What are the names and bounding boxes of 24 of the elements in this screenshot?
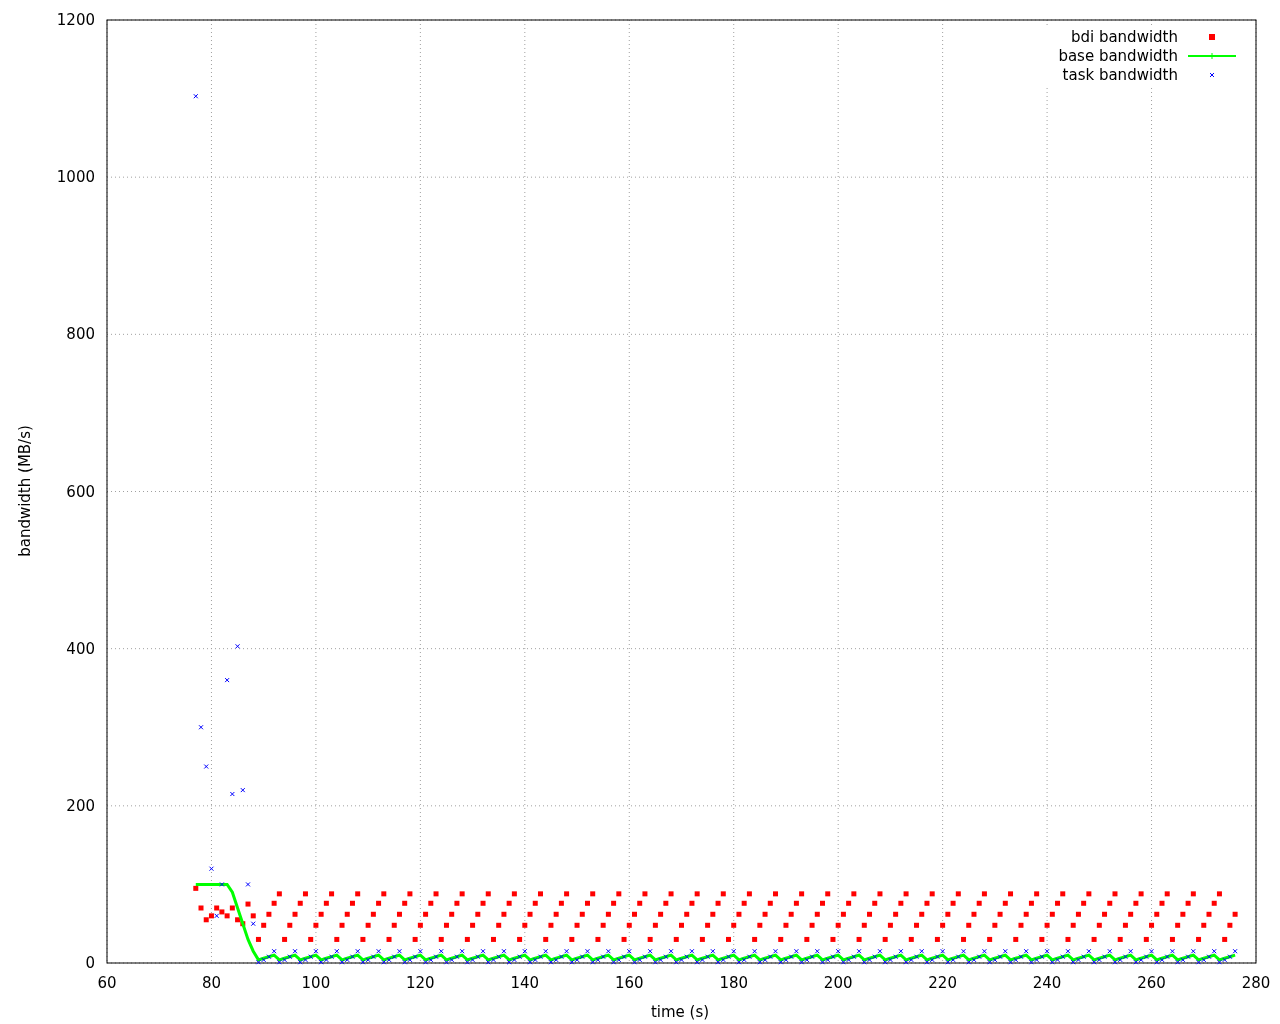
legend-label: base bandwidth bbox=[1058, 47, 1178, 65]
axis-tick-label: 220 bbox=[928, 974, 957, 992]
axis-tick-label: 120 bbox=[406, 974, 435, 992]
axis-tick-label: 400 bbox=[66, 639, 95, 658]
axis-tick-label: 1000 bbox=[56, 168, 95, 187]
x-axis-title: time (s) bbox=[650, 1003, 710, 1021]
axis-tick-label: 100 bbox=[301, 974, 331, 992]
axis-tick-label: 260 bbox=[1137, 974, 1166, 992]
axis-tick-label: 140 bbox=[510, 974, 540, 992]
axis-tick-label: 280 bbox=[1241, 974, 1271, 992]
axis-tick-label: 1200 bbox=[56, 11, 95, 29]
axis-tick-label: 600 bbox=[66, 482, 95, 501]
axis-tick-label: 60 bbox=[97, 974, 117, 992]
legend-label: bdi bandwidth bbox=[1070, 28, 1178, 46]
axis-tick-label: 80 bbox=[201, 974, 221, 992]
y-axis-title: bandwidth (MB/s) bbox=[16, 425, 34, 557]
axis-tick-label: 800 bbox=[66, 325, 95, 344]
axis-tick-label: 180 bbox=[719, 974, 749, 992]
axis-tick-label: 160 bbox=[614, 974, 644, 992]
axis-tick-label: 200 bbox=[823, 974, 853, 992]
axis-tick-label: 240 bbox=[1032, 974, 1062, 992]
axis-tick-label: 200 bbox=[66, 796, 95, 815]
axis-tick-label: 0 bbox=[85, 954, 95, 972]
legend-label: task bandwidth bbox=[1062, 66, 1178, 84]
